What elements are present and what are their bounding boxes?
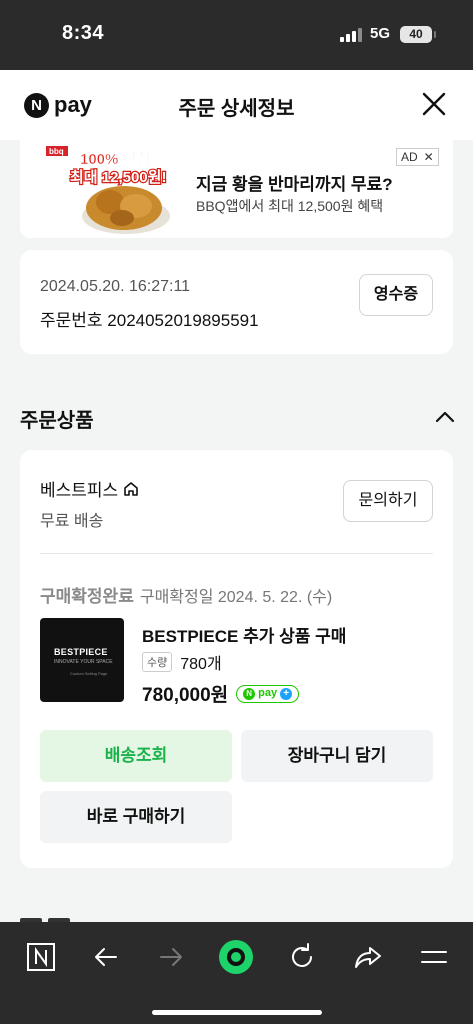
product-card: 베스트피스 무료 배송 문의하기 구매확정완료 구매확정일 2024. 5. 22… (20, 450, 453, 868)
hamburger-menu-icon (421, 951, 447, 963)
page-title: 주문 상세정보 (178, 98, 295, 120)
order-info-card: 2024.05.20. 16:27:11 주문번호 20240520198955… (20, 250, 453, 354)
shipping-info: 무료 배송 (40, 513, 104, 530)
arrow-right-icon (160, 948, 182, 966)
ad-badge[interactable]: AD ✕ (396, 148, 439, 166)
back-button[interactable] (89, 940, 123, 974)
chevron-up-icon (435, 411, 455, 423)
purchase-status: 구매확정완료 구매확정일 2024. 5. 22. (수) (40, 582, 332, 607)
close-icon (422, 92, 446, 116)
close-button[interactable] (420, 90, 448, 118)
ad-subtext: BBQ앱에서 최대 12,500원 혜택 (196, 198, 384, 214)
collapse-button[interactable] (434, 408, 456, 426)
ad-image-text-2: 최대 12,500원! (70, 168, 166, 186)
battery-icon: 40 (400, 26, 436, 43)
quantity-value: 780개 (180, 656, 222, 673)
ad-label: AD (401, 150, 418, 164)
app-header: N pay 주문 상세정보 (0, 70, 473, 140)
naver-home-button[interactable] (24, 940, 58, 974)
order-date: 2024.05.20. 16:27:11 (40, 278, 191, 295)
share-button[interactable] (351, 940, 385, 974)
green-dot-button[interactable] (219, 940, 253, 974)
product-thumbnail[interactable]: BESTPIECE INNOVATE YOUR SPACE Custom Sel… (40, 618, 124, 702)
receipt-button[interactable]: 영수증 (359, 274, 433, 316)
store-name-label: 베스트피스 (40, 481, 119, 500)
status-bar: 8:34 5G 40 (0, 0, 473, 70)
quantity-row: 수량 780개 (142, 650, 222, 674)
thumb-small-text: Custom Selling Page (70, 671, 108, 676)
order-number: 주문번호 2024052019895591 (40, 311, 259, 330)
refresh-icon (292, 943, 312, 967)
browser-bottom-nav (0, 922, 473, 1024)
buy-now-button[interactable]: 바로 구매하기 (40, 791, 232, 843)
ad-banner[interactable]: bbq 100% 당첨 최대 12,500원! 지금 황을 반마리까지 무료? … (20, 140, 453, 238)
signal-icon (340, 28, 362, 42)
status-main: 구매확정완료 (40, 587, 134, 606)
share-icon (355, 947, 381, 968)
arrow-left-icon (95, 948, 117, 966)
ad-image-text-1: 100% 당첨 (80, 150, 150, 168)
status-time: 8:34 (62, 22, 105, 44)
section-title: 주문상품 (20, 410, 94, 432)
green-dot-icon (219, 940, 253, 974)
plus-icon: + (280, 687, 293, 700)
ad-image: bbq 100% 당첨 최대 12,500원! (44, 144, 174, 236)
ad-brand-text: bbq (49, 147, 64, 156)
store-name[interactable]: 베스트피스 (40, 476, 140, 501)
product-price: 780,000원 (142, 685, 229, 706)
quantity-badge: 수량 (142, 652, 173, 672)
ad-close-icon[interactable]: ✕ (424, 150, 434, 164)
npay-badge-text: pay (258, 687, 278, 699)
divider (40, 553, 433, 554)
refresh-button[interactable] (285, 940, 319, 974)
npay-plus-badge: Npay + (236, 684, 300, 703)
thumb-title: BESTPIECE (54, 647, 108, 657)
add-to-cart-button[interactable]: 장바구니 담기 (241, 730, 433, 782)
ad-headline: 지금 황을 반마리까지 무료? (196, 175, 393, 194)
product-name[interactable]: BESTPIECE 추가 상품 구매 (142, 622, 346, 647)
inquiry-button[interactable]: 문의하기 (343, 480, 433, 522)
thumb-subtitle: INNOVATE YOUR SPACE (54, 659, 113, 665)
status-date: 구매확정일 2024. 5. 22. (수) (139, 589, 333, 606)
npay-n-small-icon: N (243, 687, 256, 700)
naver-n-icon (27, 943, 55, 971)
price-row: 780,000원 Npay + (142, 680, 300, 707)
menu-button[interactable] (417, 940, 451, 974)
home-indicator (152, 1010, 322, 1015)
forward-button[interactable] (154, 940, 188, 974)
home-icon (124, 481, 139, 496)
track-delivery-button[interactable]: 배송조회 (40, 730, 232, 782)
network-label: 5G (370, 25, 391, 42)
